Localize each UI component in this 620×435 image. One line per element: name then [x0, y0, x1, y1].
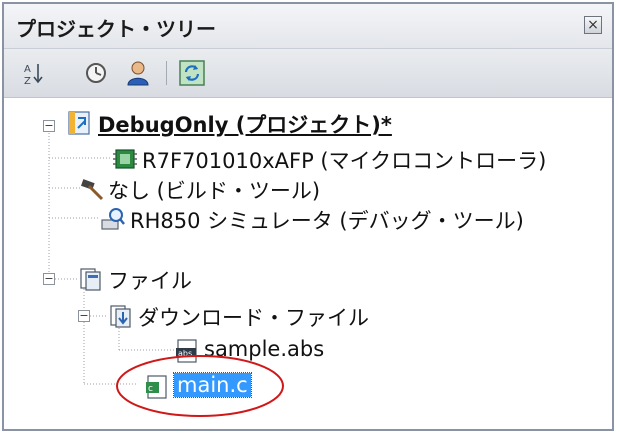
panel-titlebar: プロジェクト・ツリー ×	[4, 4, 612, 49]
debug-tool-label: RH850 シミュレータ (デバッグ・ツール)	[130, 209, 524, 233]
toolbar-separator	[166, 61, 167, 85]
project-label: DebugOnly (プロジェクト)*	[98, 113, 392, 137]
debug-tool-icon	[101, 208, 125, 230]
panel-toolbar: A Z	[4, 49, 612, 98]
download-files-label: ダウンロード・ファイル	[138, 306, 369, 330]
svg-text:c: c	[148, 384, 153, 394]
clock-icon[interactable]	[82, 59, 110, 87]
collapse-toggle[interactable]: −	[78, 310, 90, 322]
svg-text:Z: Z	[24, 76, 31, 87]
sort-icon[interactable]: A Z	[18, 59, 46, 87]
sample-abs-label: sample.abs	[204, 337, 325, 361]
panel-title: プロジェクト・ツリー	[16, 17, 216, 41]
project-tree-panel: プロジェクト・ツリー × A Z − DebugOnly (プロジェクト)* R…	[2, 2, 614, 431]
c-source-file-icon: c	[146, 375, 167, 399]
svg-text:A: A	[24, 64, 31, 75]
project-tree: − DebugOnly (プロジェクト)* R7F701010xAFP (マイク…	[4, 98, 612, 429]
collapse-toggle[interactable]: −	[43, 120, 55, 132]
microcontroller-label: R7F701010xAFP (マイクロコントローラ)	[142, 149, 547, 173]
close-icon: ×	[587, 17, 599, 33]
main-c-label: main.c	[173, 372, 252, 398]
files-label: ファイル	[108, 269, 192, 293]
abs-file-icon: abs	[176, 339, 197, 363]
download-folder-icon	[110, 305, 131, 328]
folder-icon	[80, 268, 101, 291]
microcontroller-icon	[113, 149, 137, 169]
close-panel-button[interactable]: ×	[584, 16, 602, 34]
project-icon	[68, 111, 90, 135]
refresh-icon[interactable]	[178, 59, 206, 87]
hammer-icon	[80, 179, 104, 201]
svg-text:abs: abs	[178, 349, 192, 358]
build-tool-label: なし (ビルド・ツール)	[108, 179, 321, 203]
user-icon[interactable]	[124, 59, 152, 87]
collapse-toggle[interactable]: −	[43, 273, 55, 285]
